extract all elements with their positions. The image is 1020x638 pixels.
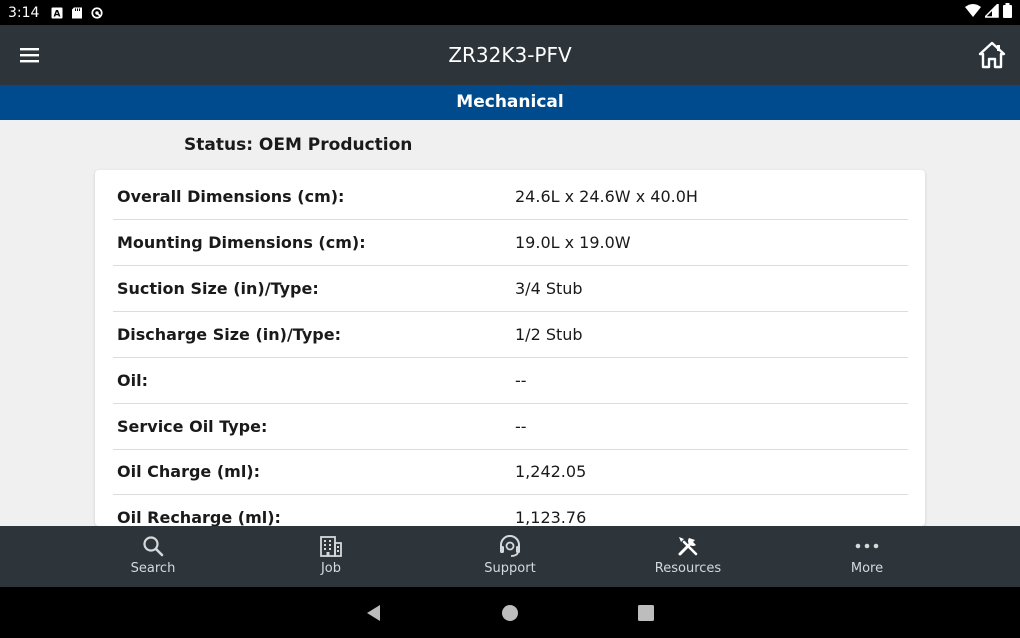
- spec-label: Discharge Size (in)/Type:: [117, 325, 341, 344]
- spec-value: 3/4 Stub: [515, 279, 583, 298]
- nav-label: Search: [130, 561, 176, 576]
- spec-value: --: [515, 371, 527, 390]
- status-indicators: [965, 0, 1012, 25]
- nav-label: Support: [484, 561, 536, 576]
- nav-more[interactable]: More: [807, 526, 927, 587]
- nav-label: Job: [320, 561, 342, 576]
- spec-row: Oil: --: [113, 358, 908, 404]
- spec-row: Oil Charge (ml): 1,242.05: [113, 449, 908, 495]
- spec-row: Overall Dimensions (cm): 24.6L x 24.6W x…: [113, 174, 908, 220]
- battery-icon: [1003, 3, 1012, 22]
- tools-icon: [676, 534, 700, 558]
- nav-search[interactable]: Search: [93, 526, 213, 587]
- spec-row: Oil Recharge (ml): 1,123.76: [113, 495, 908, 526]
- spec-label: Oil Charge (ml):: [117, 462, 261, 481]
- spec-row: Mounting Dimensions (cm): 19.0L x 19.0W: [113, 220, 908, 266]
- spec-label: Mounting Dimensions (cm):: [117, 233, 366, 252]
- status-time: 3:14: [8, 4, 40, 21]
- spec-label: Service Oil Type:: [117, 417, 268, 436]
- headset-icon: [498, 534, 522, 558]
- specs-card: Overall Dimensions (cm): 24.6L x 24.6W x…: [95, 170, 925, 526]
- spec-value: 19.0L x 19.0W: [515, 233, 631, 252]
- more-dots-icon: [855, 534, 879, 558]
- spec-value: 1,242.05: [515, 462, 587, 481]
- nav-label: More: [850, 561, 884, 576]
- notification-a-icon: A: [51, 7, 63, 19]
- nav-resources[interactable]: Resources: [628, 526, 748, 587]
- recents-icon[interactable]: [636, 603, 656, 623]
- spec-label: Oil Recharge (ml):: [117, 508, 281, 526]
- section-header: Mechanical: [0, 85, 1020, 120]
- status-label: Status: OEM Production: [184, 135, 413, 155]
- sd-card-icon: [71, 7, 83, 19]
- spec-value: 24.6L x 24.6W x 40.0H: [515, 187, 698, 206]
- search-icon: [141, 534, 165, 558]
- nav-job[interactable]: Job: [271, 526, 391, 587]
- system-navigation-bar: [0, 587, 1020, 638]
- system-status-bar: 3:14 A: [0, 0, 1020, 25]
- svg-text:A: A: [54, 9, 61, 19]
- back-icon[interactable]: [364, 603, 384, 623]
- page-title: ZR32K3-PFV: [448, 43, 572, 67]
- spec-row: Suction Size (in)/Type: 3/4 Stub: [113, 266, 908, 312]
- spec-label: Overall Dimensions (cm):: [117, 187, 345, 206]
- home-nav-icon[interactable]: [500, 603, 520, 623]
- spec-value: 1,123.76: [515, 508, 587, 526]
- nav-support[interactable]: Support: [450, 526, 570, 587]
- spec-value: 1/2 Stub: [515, 325, 583, 344]
- bottom-navigation: Search Job Support Resources More: [0, 526, 1020, 587]
- wifi-icon: [965, 3, 981, 22]
- sync-icon: [91, 6, 104, 19]
- spec-row: Discharge Size (in)/Type: 1/2 Stub: [113, 312, 908, 358]
- nav-label: Resources: [654, 561, 722, 576]
- spec-label: Suction Size (in)/Type:: [117, 279, 319, 298]
- signal-icon: [983, 2, 999, 22]
- app-bar: ZR32K3-PFV: [0, 25, 1020, 85]
- home-icon[interactable]: [978, 41, 1006, 69]
- spec-value: --: [515, 417, 527, 436]
- building-icon: [319, 534, 343, 558]
- spec-label: Oil:: [117, 371, 148, 390]
- spec-row: Service Oil Type: --: [113, 404, 908, 450]
